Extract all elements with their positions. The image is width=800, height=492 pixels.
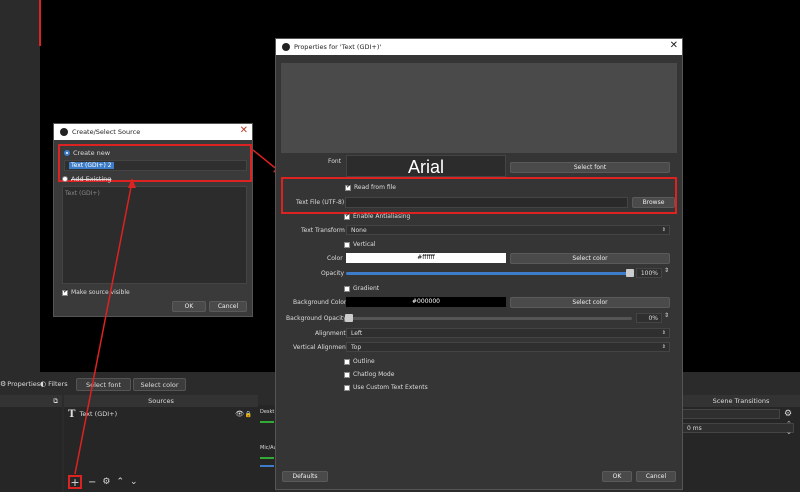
- bg-opacity-slider-handle[interactable]: [345, 314, 353, 322]
- text-transform-select[interactable]: None ⇕: [346, 225, 670, 235]
- color-label: Color: [327, 255, 343, 262]
- bg-opacity-spinner-icon[interactable]: ⇕: [664, 312, 669, 319]
- arrow-up-head: [128, 178, 136, 188]
- custom-extents-checkbox[interactable]: Use Custom Text Extents: [344, 384, 428, 391]
- spinner-icon: ⇕: [661, 227, 666, 233]
- text-file-input[interactable]: [345, 197, 628, 208]
- opacity-spinner-icon[interactable]: ⇕: [664, 267, 669, 274]
- antialias-checkbox[interactable]: Enable Antialiasing: [344, 212, 410, 220]
- bg-color-swatch: #000000: [346, 297, 506, 307]
- chevron-up-icon[interactable]: ⌃: [786, 420, 792, 428]
- select-font-button[interactable]: Select font: [510, 162, 670, 173]
- read-from-file-checkbox[interactable]: Read from file: [345, 183, 396, 191]
- font-label: Font: [328, 158, 342, 165]
- right-dock-icons: ⌃ ⌄: [786, 420, 792, 436]
- alignment-select[interactable]: Left ⇕: [346, 328, 670, 338]
- properties-cancel-button[interactable]: Cancel: [636, 471, 676, 482]
- text-transform-label: Text Transform: [301, 227, 345, 234]
- properties-dialog: Properties for 'Text (GDI+)' ✕ Font Aria…: [275, 38, 683, 490]
- read-from-file-highlight: Read from file Text File (UTF-8) Browse: [281, 177, 677, 214]
- bg-opacity-slider[interactable]: [345, 314, 632, 322]
- opacity-label: Opacity: [321, 270, 345, 277]
- valign-label: Vertical Alignment: [293, 344, 349, 351]
- opacity-slider[interactable]: [346, 269, 634, 277]
- alignment-label: Alignment: [315, 330, 346, 337]
- arrow-up-line: [74, 181, 133, 475]
- spinner-icon: ⇕: [661, 344, 666, 350]
- spinner-icon: ⇕: [661, 330, 666, 336]
- obs-logo-icon: [282, 43, 290, 51]
- font-preview: Arial: [346, 155, 506, 177]
- bg-opacity-value-field[interactable]: 0%: [636, 313, 662, 323]
- properties-ok-button[interactable]: OK: [602, 471, 632, 482]
- text-file-label: Text File (UTF-8): [296, 199, 345, 206]
- close-icon[interactable]: ✕: [670, 40, 678, 51]
- opacity-slider-handle[interactable]: [626, 269, 634, 277]
- opacity-value-field[interactable]: 100%: [636, 268, 662, 278]
- browse-button[interactable]: Browse: [632, 197, 675, 208]
- defaults-button[interactable]: Defaults: [282, 471, 328, 482]
- chatlog-checkbox[interactable]: Chatlog Mode: [344, 371, 394, 378]
- bg-select-color-button[interactable]: Select color: [510, 297, 670, 308]
- color-swatch: #ffffff: [346, 253, 506, 263]
- outline-checkbox[interactable]: Outline: [344, 358, 375, 365]
- bg-opacity-label: Background Opacity: [286, 315, 347, 322]
- bg-color-label: Background Color: [293, 299, 347, 306]
- chevron-down-icon[interactable]: ⌄: [786, 428, 792, 436]
- vertical-checkbox[interactable]: Vertical: [344, 241, 375, 248]
- text-preview-area: [281, 63, 677, 153]
- gradient-checkbox[interactable]: Gradient: [344, 285, 379, 292]
- valign-select[interactable]: Top ⇕: [346, 342, 670, 352]
- select-color-button[interactable]: Select color: [510, 253, 670, 264]
- properties-titlebar: Properties for 'Text (GDI+)' ✕: [276, 39, 682, 55]
